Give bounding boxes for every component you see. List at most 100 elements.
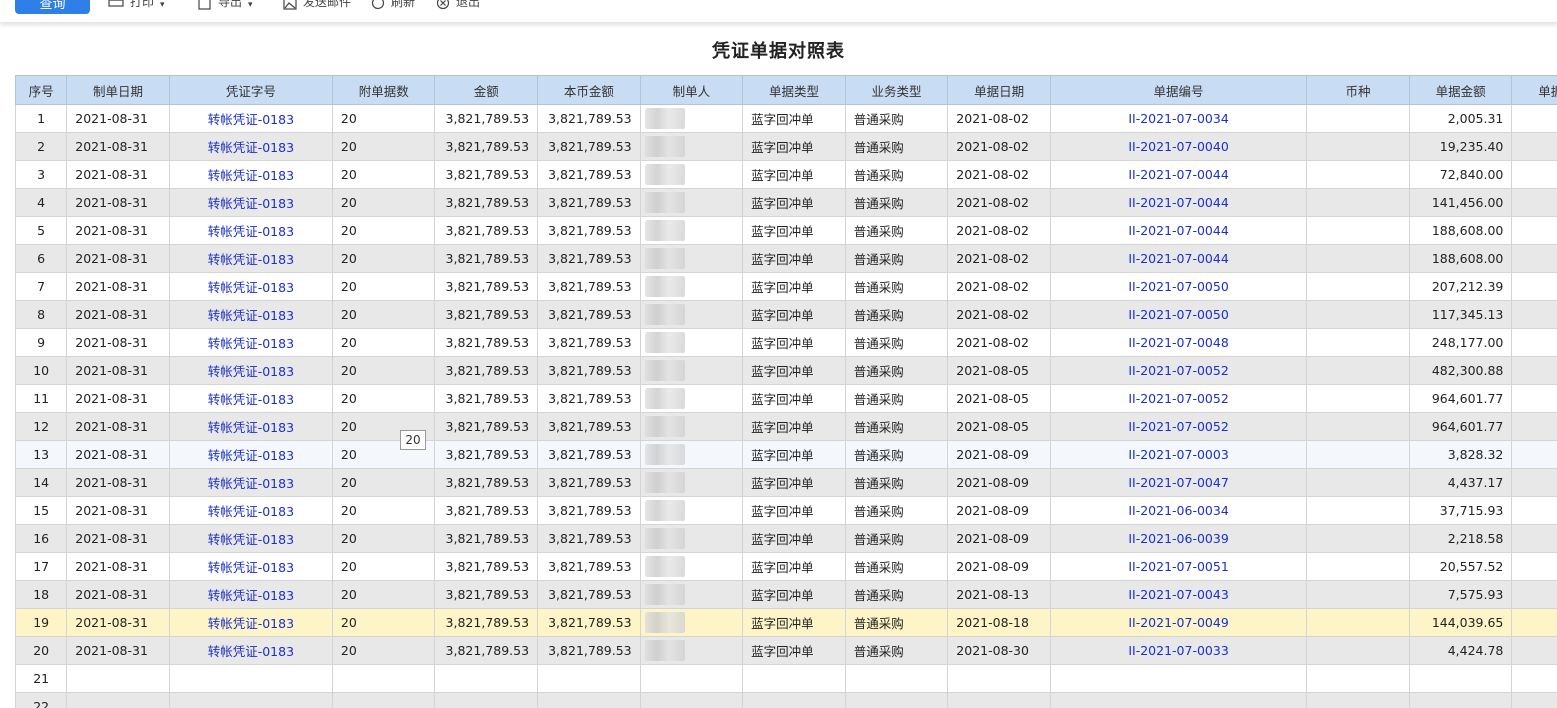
doc-number-link-cell[interactable]: II-2021-07-0043 — [1049, 580, 1308, 609]
doc-number-link-cell[interactable]: II-2021-07-0033 — [1049, 636, 1308, 665]
table-row[interactable]: 19 2021-08-31 转帐凭证-0183 20 3,821,789.53 3,821… — [15, 608, 1557, 637]
column-header[interactable]: 单据金额 — [1408, 75, 1513, 105]
voucher-link-cell[interactable]: 转帐凭证-0183 — [168, 272, 333, 301]
doc-number-link-cell[interactable]: II-2021-07-0052 — [1049, 412, 1308, 441]
voucher-link-cell[interactable]: 转帐凭证-0183 — [168, 300, 333, 329]
table-row[interactable]: 9 2021-08-31 转帐凭证-0183 20 3,821,789.53 3,821,… — [15, 328, 1557, 357]
voucher-link-cell[interactable]: 转帐凭证-0183 — [168, 496, 333, 525]
column-header[interactable]: 单据类型 — [742, 75, 846, 105]
print-menu[interactable]: 打印 ▾ — [108, 0, 165, 10]
table-row[interactable]: 10 2021-08-31 转帐凭证-0183 20 3,821,789.53 3,821… — [15, 356, 1557, 385]
table-row[interactable]: 3 2021-08-31 转帐凭证-0183 20 3,821,789.53 3,821,… — [15, 160, 1557, 189]
currency-cell — [1306, 328, 1410, 357]
table-row[interactable]: 21 — [15, 664, 1557, 693]
column-header[interactable]: 序号 — [15, 75, 68, 105]
table-row[interactable]: 20 2021-08-31 转帐凭证-0183 20 3,821,789.53 3,821… — [15, 636, 1557, 665]
doc-number-link-cell[interactable]: II-2021-07-0003 — [1049, 440, 1308, 469]
table-row[interactable]: 7 2021-08-31 转帐凭证-0183 20 3,821,789.53 3,821,… — [15, 272, 1557, 301]
currency-cell — [1306, 272, 1410, 301]
column-header[interactable]: 单据日期 — [947, 75, 1051, 105]
voucher-link-cell[interactable]: 转帐凭证-0183 — [168, 244, 333, 273]
report-grid[interactable]: 序号 制单日期 凭证字号 附单据数 金额 本币金额 制单人 单据类型 业务类型 单据日期 单据编号币… — [15, 75, 1557, 708]
column-header[interactable]: 单据本币 — [1511, 75, 1557, 105]
doc-type-cell: 蓝字回冲单 — [742, 216, 846, 245]
doc-number-link-cell[interactable]: II-2021-06-0034 — [1049, 496, 1308, 525]
table-row[interactable]: 16 2021-08-31 转帐凭证-0183 20 3,821,789.53 3,821… — [15, 524, 1557, 553]
column-header[interactable]: 业务类型 — [844, 75, 949, 105]
voucher-link-cell[interactable]: 转帐凭证-0183 — [168, 328, 333, 357]
doc-number-link-cell[interactable]: II-2021-07-0044 — [1049, 160, 1308, 189]
doc-number-link-cell[interactable] — [1049, 664, 1308, 693]
doc-number-link-cell[interactable]: II-2021-07-0040 — [1049, 132, 1308, 161]
voucher-link-cell[interactable]: 转帐凭证-0183 — [168, 356, 333, 385]
local-amount-cell: 3,821,789.53 — [537, 468, 641, 497]
voucher-link-cell[interactable]: 转帐凭证-0183 — [168, 552, 333, 581]
doc-number-link-cell[interactable]: II-2021-07-0034 — [1049, 104, 1308, 133]
biz-type-cell: 普通采购 — [844, 188, 949, 217]
voucher-link-cell[interactable]: 转帐凭证-0183 — [168, 580, 333, 609]
export-icon — [198, 0, 212, 10]
query-button[interactable]: 查询 — [15, 0, 90, 14]
doc-number-link-cell[interactable]: II-2021-07-0044 — [1049, 244, 1308, 273]
voucher-link-cell[interactable]: 转帐凭证-0183 — [168, 468, 333, 497]
table-row[interactable]: 5 2021-08-31 转帐凭证-0183 20 3,821,789.53 3,821,… — [15, 216, 1557, 245]
doc-number-link-cell[interactable]: II-2021-07-0051 — [1049, 552, 1308, 581]
doc-amount-cell: 3,828.32 — [1408, 440, 1513, 469]
table-row[interactable]: 17 2021-08-31 转帐凭证-0183 20 3,821,789.53 3,821… — [15, 552, 1557, 581]
doc-number-link-cell[interactable]: II-2021-07-0048 — [1049, 328, 1308, 357]
doc-number-link-cell[interactable]: II-2021-07-0052 — [1049, 384, 1308, 413]
doc-number-link-cell[interactable]: II-2021-07-0044 — [1049, 188, 1308, 217]
column-header[interactable]: 金额 — [434, 75, 539, 105]
table-row[interactable]: 13 2021-08-31 转帐凭证-0183 20 3,821,789.53 3,821… — [15, 440, 1557, 469]
maker-cell — [639, 328, 744, 357]
column-header[interactable]: 本币金额 — [537, 75, 641, 105]
amount-cell: 3,821,789.53 — [434, 328, 539, 357]
doc-number-link-cell[interactable]: II-2021-07-0050 — [1049, 272, 1308, 301]
amount-cell: 3,821,789.53 — [434, 160, 539, 189]
voucher-link-cell[interactable]: 转帐凭证-0183 — [168, 636, 333, 665]
voucher-link-cell[interactable]: 转帐凭证-0183 — [168, 104, 333, 133]
doc-number-link-cell[interactable]: II-2021-07-0049 — [1049, 608, 1308, 637]
send-email-button[interactable]: 发送邮件 — [283, 0, 351, 10]
doc-number-link-cell[interactable]: II-2021-07-0044 — [1049, 216, 1308, 245]
voucher-link-cell[interactable]: 转帐凭证-0183 — [168, 160, 333, 189]
voucher-link-cell[interactable]: 转帐凭证-0183 — [168, 188, 333, 217]
voucher-link-cell[interactable]: 转帐凭证-0183 — [168, 412, 333, 441]
column-header[interactable]: 币种 — [1306, 75, 1410, 105]
column-header[interactable]: 凭证字号 — [168, 75, 333, 105]
column-header[interactable]: 制单人 — [639, 75, 744, 105]
doc-date-cell — [947, 664, 1051, 693]
voucher-link-cell[interactable]: 转帐凭证-0183 — [168, 132, 333, 161]
voucher-link-cell[interactable] — [168, 664, 333, 693]
doc-number-link-cell[interactable] — [1049, 692, 1308, 708]
table-row[interactable]: 18 2021-08-31 转帐凭证-0183 20 3,821,789.53 3,821… — [15, 580, 1557, 609]
attachment-count-cell: 20 — [331, 104, 436, 133]
voucher-link-cell[interactable] — [168, 692, 333, 708]
doc-number-link-cell[interactable]: II-2021-07-0047 — [1049, 468, 1308, 497]
table-row[interactable]: 22 — [15, 692, 1557, 708]
doc-number-link-cell[interactable]: II-2021-07-0052 — [1049, 356, 1308, 385]
refresh-button[interactable]: 刷新 — [371, 0, 415, 10]
voucher-link-cell[interactable]: 转帐凭证-0183 — [168, 440, 333, 469]
column-header[interactable]: 附单据数 — [331, 75, 436, 105]
table-row[interactable]: 14 2021-08-31 转帐凭证-0183 20 3,821,789.53 3,821… — [15, 468, 1557, 497]
table-row[interactable]: 6 2021-08-31 转帐凭证-0183 20 3,821,789.53 3,821,… — [15, 244, 1557, 273]
column-header[interactable]: 制单日期 — [66, 75, 170, 105]
table-row[interactable]: 2 2021-08-31 转帐凭证-0183 20 3,821,789.53 3,821,… — [15, 132, 1557, 161]
doc-number-link-cell[interactable]: II-2021-07-0050 — [1049, 300, 1308, 329]
exit-button[interactable]: 退出 — [436, 0, 480, 10]
voucher-link-cell[interactable]: 转帐凭证-0183 — [168, 384, 333, 413]
table-row[interactable]: 11 2021-08-31 转帐凭证-0183 20 3,821,789.53 3,821… — [15, 384, 1557, 413]
table-row[interactable]: 8 2021-08-31 转帐凭证-0183 20 3,821,789.53 3,821,… — [15, 300, 1557, 329]
table-row[interactable]: 15 2021-08-31 转帐凭证-0183 20 3,821,789.53 3,821… — [15, 496, 1557, 525]
table-row[interactable]: 1 2021-08-31 转帐凭证-0183 20 3,821,789.53 3,821,… — [15, 104, 1557, 133]
doc-number-link-cell[interactable]: II-2021-06-0039 — [1049, 524, 1308, 553]
voucher-link-cell[interactable]: 转帐凭证-0183 — [168, 608, 333, 637]
table-row[interactable]: 12 2021-08-31 转帐凭证-0183 20 3,821,789.53 3,821… — [15, 412, 1557, 441]
doc-date-cell: 2021-08-02 — [947, 132, 1051, 161]
export-menu[interactable]: 导出 ▾ — [198, 0, 253, 10]
voucher-link-cell[interactable]: 转帐凭证-0183 — [168, 524, 333, 553]
column-header[interactable]: 单据编号 — [1049, 75, 1308, 105]
voucher-link-cell[interactable]: 转帐凭证-0183 — [168, 216, 333, 245]
table-row[interactable]: 4 2021-08-31 转帐凭证-0183 20 3,821,789.53 3,821,… — [15, 188, 1557, 217]
